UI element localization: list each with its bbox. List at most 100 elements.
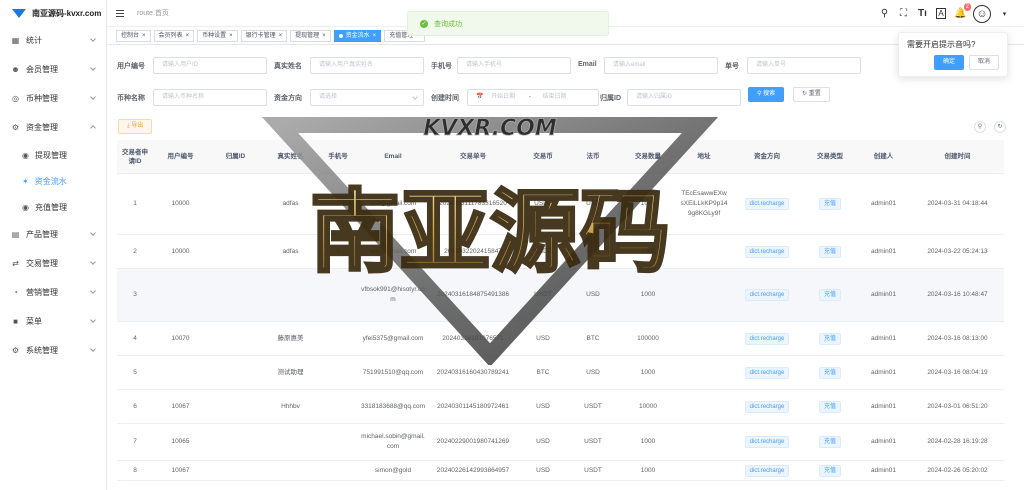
marketing-icon: ◔	[13, 288, 18, 297]
currency-input[interactable]: 请输入币种名称	[153, 89, 267, 106]
breadcrumb[interactable]: route.首页	[137, 8, 169, 18]
direction-label: 资金方向	[274, 95, 302, 102]
table-row[interactable]: 8 10067 simon@gold 20240226142993864957 USD U…	[117, 461, 1004, 481]
direction-select[interactable]: 请选择	[310, 89, 424, 106]
column-header[interactable]: 真实姓名	[263, 140, 318, 173]
cell-time: 2024-03-16 10:48:47	[927, 291, 988, 298]
user-no-input[interactable]: 请输入用户ID	[153, 57, 267, 74]
sidebar-item-2[interactable]: ◎ 币种管理	[0, 84, 106, 113]
chevron-icon	[90, 125, 96, 131]
type-tag: 充值	[818, 400, 841, 413]
sidebar-item-6[interactable]: ◔ 营销管理	[0, 278, 106, 307]
column-header[interactable]: 归属ID	[208, 140, 263, 173]
email-input[interactable]: 请输入email	[604, 57, 718, 74]
close-icon[interactable]: ×	[373, 31, 377, 41]
fullscreen-icon[interactable]: ⛶	[898, 8, 909, 19]
tab-5[interactable]: 资金流水 ×	[333, 29, 382, 42]
order-no-input[interactable]: 请输入单号	[747, 57, 861, 74]
close-icon[interactable]: ×	[142, 31, 146, 41]
caret-down-icon[interactable]: ▾	[999, 10, 1010, 18]
tab-2[interactable]: 币种设置 ×	[197, 29, 238, 42]
cell-creator: admin01	[871, 466, 896, 474]
sidebar-item-0[interactable]: ▦ 统计	[0, 26, 106, 55]
cell-type: 充值	[804, 390, 856, 423]
sidebar-subitem-3-1[interactable]: ✶ 资金流水	[0, 168, 106, 194]
sidebar-item-5[interactable]: ⇄ 交易管理	[0, 249, 106, 278]
cell-fiat: USDT	[584, 438, 602, 445]
bell-icon[interactable]: 🔔 2	[954, 3, 971, 19]
table-row[interactable]: 1 10000 adfas 1 test@gmail.com 20240331117833…	[117, 174, 1004, 235]
column-header[interactable]: 创建人	[856, 140, 911, 173]
refresh-icon: ↻	[802, 91, 808, 97]
type-tag: 充值	[818, 366, 841, 379]
avatar[interactable]: ☺	[973, 4, 991, 23]
cell-coin: USDT	[534, 291, 552, 298]
refresh-table-icon[interactable]: ↻	[994, 121, 1006, 133]
table-row[interactable]: 4 10070 藤原惠美 yfei5375@gmail.com 202403161810…	[117, 322, 1004, 356]
column-header[interactable]: 交易类型	[804, 140, 856, 173]
column-header[interactable]: 交易数量	[618, 140, 678, 173]
sidebar-subitem-3-0[interactable]: ◉ 提现管理	[0, 142, 106, 168]
cell-amount: 1000	[640, 466, 656, 474]
hamburger-icon[interactable]	[116, 9, 124, 17]
cell-address: TEcEsawwEXwsXEiLLkKP9p149g8KGLy9f	[680, 190, 728, 217]
table-row[interactable]: 5 测试助理 751991510@qq.com 2024031616043078924…	[117, 356, 1004, 390]
search-button[interactable]: ⚲ 搜索	[748, 87, 785, 102]
real-name-input[interactable]: 请输入用户真实姓名	[310, 57, 424, 74]
column-header[interactable]: 创建时间	[911, 140, 1004, 173]
table-row[interactable]: 2 10000 adfas 1 test@gmail.com 20240322024158…	[117, 235, 1004, 269]
search-icon[interactable]: ⚲	[879, 8, 890, 19]
export-button[interactable]: ⤓ 导出	[118, 119, 153, 134]
column-header[interactable]: 交易币	[518, 140, 568, 173]
sidebar-item-7[interactable]: ■ 菜单	[0, 307, 106, 336]
close-icon[interactable]: ×	[322, 31, 326, 41]
logo[interactable]: 南亚源码-kvxr.com	[0, 0, 106, 26]
cell-direction: dict.recharge	[730, 322, 804, 355]
cell-type: 充值	[804, 461, 856, 480]
cell-user: 10070	[171, 334, 190, 342]
table-row[interactable]: 7 10065 michael.sobin@gmail.com 20240229001…	[117, 424, 1004, 461]
phone-input[interactable]: 请输入手机号	[457, 57, 571, 74]
cell-coin: USD	[536, 466, 550, 474]
table-row[interactable]: 3 vfbsok991@hisotyr.com 202403161848754913…	[117, 269, 1004, 322]
recharge-icon: ◉	[22, 202, 29, 212]
translate-icon[interactable]: A	[936, 8, 946, 19]
sidebar-item-8[interactable]: ⚙ 系统管理	[0, 336, 106, 365]
type-tag: 充值	[818, 245, 841, 258]
toggle-search-icon[interactable]: ⚲	[974, 121, 986, 133]
font-size-icon[interactable]: Tı	[917, 8, 928, 19]
column-header[interactable]: 法币	[568, 140, 618, 173]
column-header[interactable]: 资金方向	[730, 140, 804, 173]
chevron-icon	[90, 94, 96, 100]
search-icon: ⚲	[757, 91, 762, 97]
reset-button[interactable]: ↻ 重置	[793, 87, 830, 102]
column-header[interactable]: Email	[358, 140, 428, 173]
filter-form: 用户编号 请输入用户ID 真实姓名 请输入用户真实姓名 手机号 请输入手机号 E…	[107, 45, 1024, 155]
column-header[interactable]: 交易者申请ID	[117, 140, 153, 173]
cell-address	[678, 390, 730, 423]
column-header[interactable]: 交易单号	[428, 140, 518, 173]
column-header[interactable]: 地址	[678, 140, 730, 173]
cell-coin: USD	[536, 402, 550, 410]
sidebar-item-4[interactable]: ▤ 产品管理	[0, 220, 106, 249]
sidebar-item-3[interactable]: ⚙ 资金管理	[0, 113, 106, 142]
date-range-picker[interactable]: 📅 开始日期 - 结束日期	[467, 89, 599, 106]
close-icon[interactable]: ×	[186, 31, 190, 41]
tab-4[interactable]: 提现管理 ×	[290, 29, 331, 42]
close-icon[interactable]: ×	[229, 31, 233, 41]
close-icon[interactable]: ×	[279, 31, 283, 41]
sidebar-item-1[interactable]: ☻ 会员管理	[0, 55, 106, 84]
tab-3[interactable]: 银行卡管理 ×	[240, 29, 288, 42]
column-header[interactable]: 用户编号	[153, 140, 208, 173]
tab-0[interactable]: 控制台 ×	[116, 29, 151, 42]
sidebar-item-label: 系统管理	[26, 346, 58, 355]
column-header[interactable]: 手机号	[318, 140, 358, 173]
cell-amount: 100000	[637, 334, 659, 342]
cell-time: 2024-03-16 08:04:19	[927, 368, 988, 376]
cell-user	[153, 269, 208, 321]
table-row[interactable]: 6 10067 Hhhbv 3318183688@qq.com 202403011451…	[117, 390, 1004, 424]
sidebar-subitem-3-2[interactable]: ◉ 充值管理	[0, 194, 106, 220]
success-toast: ✓ 查询成功	[407, 11, 609, 36]
belong-id-input[interactable]: 请输入归属ID	[627, 89, 741, 106]
tab-1[interactable]: 会员列表 ×	[153, 29, 195, 42]
